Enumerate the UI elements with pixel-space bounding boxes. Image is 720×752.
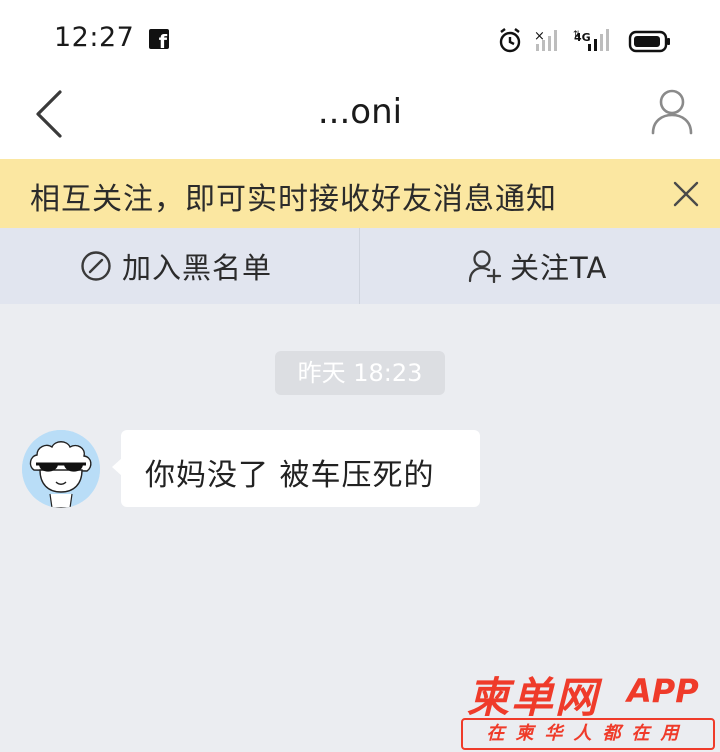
svg-text:⇅: ⇅ xyxy=(573,30,581,40)
facebook-icon: f xyxy=(149,29,169,53)
alarm-icon xyxy=(499,28,521,53)
notice-text: 相互关注，即可实时接收好友消息通知 xyxy=(30,182,557,217)
watermark-logo: 柬单网 APP 在柬华人都在用 xyxy=(455,664,717,750)
status-icons: × 4G ⇅ xyxy=(499,28,670,53)
watermark-app: APP xyxy=(627,672,699,710)
battery-icon xyxy=(628,30,670,53)
close-icon[interactable] xyxy=(673,181,699,207)
follow-button[interactable]: 关注TA xyxy=(468,228,607,304)
add-user-icon xyxy=(468,250,502,283)
blacklist-button[interactable]: 加入黑名单 xyxy=(80,228,272,304)
watermark-slogan: 在柬华人都在用 xyxy=(461,718,715,750)
watermark-title: 柬单网 xyxy=(467,673,600,722)
facebook-glyph: f xyxy=(158,31,167,53)
block-icon xyxy=(81,251,111,281)
follow-notice-banner: 相互关注，即可实时接收好友消息通知 xyxy=(0,159,720,228)
blacklist-label: 加入黑名单 xyxy=(122,251,273,285)
user-outline-icon[interactable] xyxy=(650,88,694,136)
action-row: 加入黑名单 关注TA xyxy=(0,228,720,304)
avatar[interactable] xyxy=(22,430,100,508)
message-bubble[interactable]: 你妈没了 被车压死的 xyxy=(112,430,480,507)
follow-label: 关注TA xyxy=(510,251,608,285)
page-title: ...oni xyxy=(317,92,403,132)
sunglasses-avatar xyxy=(22,430,100,508)
status-bar: 12:27 f × 4G ⇅ xyxy=(0,0,720,74)
message-text: 你妈没了 被车压死的 xyxy=(145,458,435,493)
status-time: 12:27 xyxy=(54,22,135,53)
nav-bar: ...oni xyxy=(0,74,720,159)
signal-4g-icon: 4G ⇅ xyxy=(573,29,609,51)
action-divider xyxy=(359,228,360,304)
signal-no-service-icon: × xyxy=(534,29,557,51)
message-timestamp: 昨天 18:23 xyxy=(275,351,445,395)
